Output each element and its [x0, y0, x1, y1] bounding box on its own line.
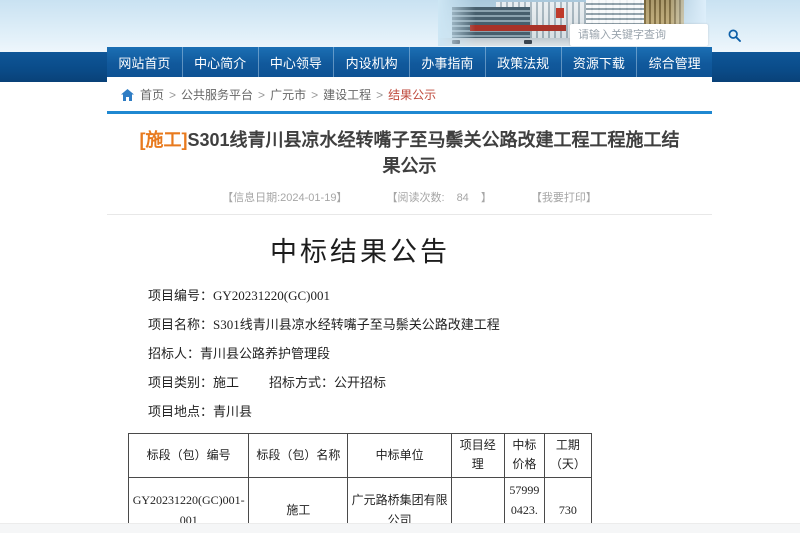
table-header-row: 标段（包）编号 标段（包）名称 中标单位 项目经理 中标价格 工期（天） [129, 434, 592, 477]
project-details: 项目编号：GY20231220(GC)001 项目名称：S301线青川县凉水经转… [128, 281, 592, 426]
breadcrumb-public-platform[interactable]: 公共服务平台 [181, 86, 253, 103]
announcement-document: 中标结果公告 项目编号：GY20231220(GC)001 项目名称：S301线… [128, 230, 592, 533]
breadcrumb-separator: > [169, 88, 176, 102]
detail-project-number: 项目编号：GY20231220(GC)001 [148, 281, 592, 310]
field-value: 青川县公路养护管理段 [200, 346, 330, 361]
page: 网站首页 中心简介 中心领导 内设机构 办事指南 政策法规 资源下载 综合管理 … [0, 0, 800, 533]
info-views-label: 【阅读次数: [387, 192, 445, 204]
col-section-number: 标段（包）编号 [129, 434, 249, 477]
col-bid-price: 中标价格 [504, 434, 544, 477]
page-title: [施工]S301线青川县凉水经转嘴子至马鬃关公路改建工程工程施工结果公示 [135, 127, 684, 179]
nav-item-center-intro[interactable]: 中心简介 [182, 47, 258, 77]
print-link[interactable]: 【我要打印】 [531, 192, 597, 204]
accent-divider [107, 111, 712, 114]
info-views: 【阅读次数: 84 】 [387, 192, 492, 204]
breadcrumb: 首页 > 公共服务平台 > 广元市 > 建设工程 > 结果公示 [107, 77, 712, 108]
detail-category-method: 项目类别：施工 招标方式：公开招标 [148, 368, 592, 397]
field-label: 项目编号： [148, 288, 213, 303]
search-input[interactable] [570, 29, 728, 41]
breadcrumb-city[interactable]: 广元市 [270, 86, 306, 103]
nav-item-home[interactable]: 网站首页 [107, 47, 182, 77]
field-label: 招标人： [148, 346, 200, 361]
bid-result-table: 标段（包）编号 标段（包）名称 中标单位 项目经理 中标价格 工期（天） GY2… [128, 433, 592, 533]
field-label: 招标方式： [269, 375, 334, 390]
detail-project-name: 项目名称：S301线青川县凉水经转嘴子至马鬃关公路改建工程 [148, 310, 592, 339]
field-value: 施工 [213, 375, 239, 390]
field-value: 青川县 [213, 404, 252, 419]
info-views-close: 】 [481, 192, 492, 204]
nav-item-center-leaders[interactable]: 中心领导 [258, 47, 334, 77]
nav-item-departments[interactable]: 内设机构 [333, 47, 409, 77]
breadcrumb-separator: > [311, 88, 318, 102]
breadcrumb-construction[interactable]: 建设工程 [323, 86, 371, 103]
breadcrumb-home[interactable]: 首页 [140, 86, 164, 103]
breadcrumb-current: 结果公示 [388, 86, 436, 103]
field-label: 项目类别： [148, 375, 213, 390]
col-project-manager: 项目经理 [451, 434, 504, 477]
field-value: S301线青川县凉水经转嘴子至马鬃关公路改建工程 [213, 317, 500, 332]
nav-item-downloads[interactable]: 资源下载 [561, 47, 637, 77]
announcement-heading: 中标结果公告 [128, 230, 592, 269]
nav-item-service-guide[interactable]: 办事指南 [409, 47, 485, 77]
detail-tenderer: 招标人：青川县公路养护管理段 [148, 339, 592, 368]
main-nav: 网站首页 中心简介 中心领导 内设机构 办事指南 政策法规 资源下载 综合管理 [107, 47, 712, 77]
search-icon[interactable] [728, 24, 741, 46]
article-info-bar: 【信息日期:2024-01-19】 【阅读次数: 84 】 【我要打印】 [107, 189, 712, 205]
nav-ribbon-left [0, 52, 107, 82]
col-duration: 工期（天） [544, 434, 591, 477]
info-date: 【信息日期:2024-01-19】 [222, 192, 347, 204]
search-box [570, 24, 708, 46]
info-views-count: 84 [457, 192, 469, 204]
detail-location: 项目地点：青川县 [148, 397, 592, 426]
col-section-name: 标段（包）名称 [249, 434, 348, 477]
field-label: 项目名称： [148, 317, 213, 332]
field-value: 公开招标 [334, 375, 386, 390]
field-label: 项目地点： [148, 404, 213, 419]
breadcrumb-separator: > [258, 88, 265, 102]
field-value: GY20231220(GC)001 [213, 288, 330, 303]
bottom-band [0, 523, 800, 533]
info-divider [107, 214, 712, 215]
col-winning-bidder: 中标单位 [348, 434, 451, 477]
nav-item-management[interactable]: 综合管理 [636, 47, 712, 77]
breadcrumb-separator: > [376, 88, 383, 102]
home-icon[interactable] [121, 89, 134, 101]
nav-item-policies[interactable]: 政策法规 [485, 47, 561, 77]
content-area: 首页 > 公共服务平台 > 广元市 > 建设工程 > 结果公示 [施工]S301… [107, 77, 712, 533]
nav-ribbon-right [712, 52, 800, 82]
title-text: S301线青川县凉水经转嘴子至马鬃关公路改建工程工程施工结果公示 [187, 130, 679, 176]
title-category-tag: [施工] [139, 130, 187, 150]
